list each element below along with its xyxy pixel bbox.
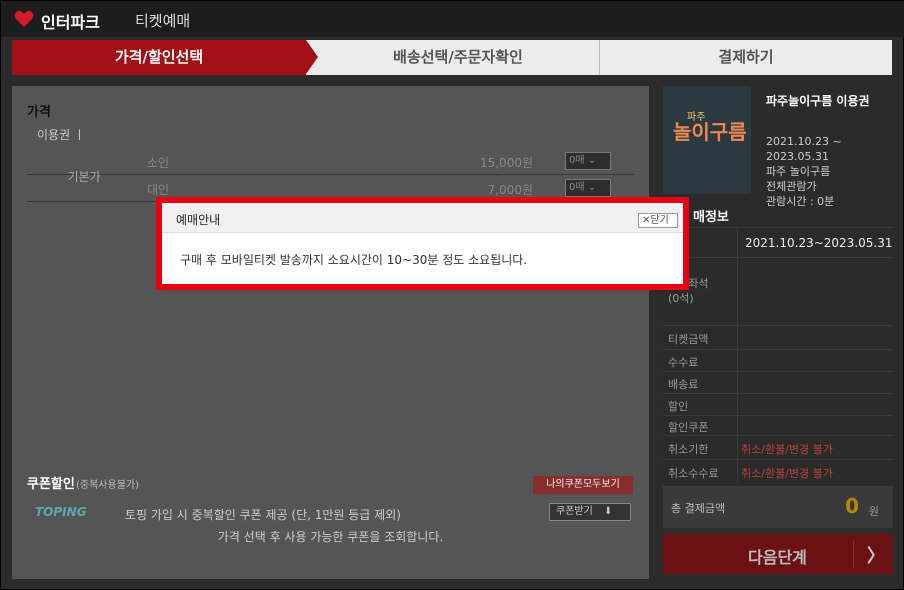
dialog-header: 예매안내 ✕닫기 (162, 203, 683, 233)
total-payment-label: 총 결제금액 (671, 502, 726, 515)
row-divider (737, 460, 738, 483)
price-row-amount: 7,000원 (487, 183, 533, 197)
ticket-amount-label: 티켓금액 (668, 333, 709, 346)
coupon-row: TOPING 토핑 가입 시 중복할인 쿠폰 제공 (단, 1만원 등급 제외)… (27, 500, 634, 525)
booking-info-row: 배송료 (663, 371, 893, 393)
product-runtime: 관람시간 : 0분 (766, 195, 835, 208)
delivery-fee-label: 배송료 (668, 378, 699, 391)
coupon-info-text: 가격 선택 후 사용 가능한 쿠폰을 조회합니다. (217, 530, 444, 544)
coupon-description: 토핑 가입 시 중복할인 쿠폰 제공 (단, 1만원 등급 제외) (125, 508, 401, 522)
next-step-label: 다음단계 (748, 548, 807, 567)
toping-logo: TOPING (35, 505, 87, 519)
brand-name: 인터파크 (41, 13, 100, 32)
chevron-down-icon: ⌄ (587, 182, 597, 193)
step-indicator: 가격/할인선택 배송선택/주문자확인 결제하기 (12, 40, 892, 75)
dialog-message: 구매 후 모바일티켓 발송까지 소요시간이 10~30분 정도 소요됩니다. (180, 253, 528, 267)
discount-label: 할인 (668, 400, 689, 413)
dialog-title: 예매안내 (176, 213, 221, 227)
window-frame: 인터파크 티켓예매 가격/할인선택 배송선택/주문자확인 결제하기 가격 이용권… (0, 0, 904, 590)
next-step-button[interactable]: 다음단계 〉 (663, 534, 893, 574)
dialog-close-label: 닫기 (650, 215, 669, 226)
cancel-deadline-value: 취소/환불/변경 불가 (741, 443, 833, 456)
row-divider (737, 258, 738, 325)
booking-info-row: 선택좌석 (0석) (663, 257, 893, 325)
chevron-right-icon: 〉 (867, 546, 885, 567)
cancel-deadline-label: 취소기한 (668, 443, 709, 456)
chevron-down-icon: ⌄ (587, 155, 597, 166)
booking-notice-dialog: 예매안내 ✕닫기 구매 후 모바일티켓 발송까지 소요시간이 10~30분 정도… (156, 197, 689, 290)
booking-info-row: 할인쿠폰 (663, 415, 893, 435)
booking-info-row: 취소기한 취소/환불/변경 불가 (663, 435, 893, 459)
booking-info-row: 수수료 (663, 349, 893, 371)
total-payment-value: 0 (845, 494, 859, 518)
dialog-close-button[interactable]: ✕닫기 (638, 213, 678, 228)
brand-subtitle: 티켓예매 (135, 12, 191, 30)
coupon-section-subtitle: (중복사용불가) (76, 480, 140, 491)
step-arrow (306, 40, 318, 74)
title-bar: 인터파크 티켓예매 (1, 1, 904, 37)
booking-info-row: 할인 (663, 393, 893, 415)
product-poster: 파주 놀이구름 (663, 86, 751, 194)
total-payment-unit: 원 (868, 505, 879, 518)
quantity-select[interactable]: 0매 ⌄ (565, 179, 611, 197)
price-row: 기본가 소인 15,000원 0매 ⌄ (27, 148, 634, 184)
booking-info-row: 티켓금액 (663, 325, 893, 349)
discount-coupon-label: 할인쿠폰 (668, 421, 709, 434)
price-table: 기본가 소인 15,000원 0매 ⌄ 대인 7,000원 0매 ⌄ (27, 148, 634, 202)
row-divider (737, 228, 738, 257)
booking-info-row: 취소수수료 취소/환불/변경 불가 (663, 459, 893, 483)
total-payment: 총 결제금액 0 원 (663, 486, 893, 528)
price-row-name: 대인 (147, 183, 170, 197)
ticket-type-header: 이용권 ㅣ (27, 123, 634, 147)
button-divider (853, 540, 854, 568)
poster-title: 놀이구름 (673, 120, 747, 144)
price-row-amount: 15,000원 (479, 156, 533, 170)
receive-coupon-button[interactable]: 쿠폰받기 ⬇ (549, 503, 631, 521)
quantity-value: 0매 (569, 182, 585, 193)
step-payment[interactable]: 결제하기 (599, 40, 892, 75)
cancel-fee-label: 취소수수료 (668, 467, 719, 480)
row-divider (737, 372, 738, 393)
row-divider (737, 416, 738, 435)
fee-label: 수수료 (668, 356, 699, 369)
product-meta: 2021.10.23 ~ 2023.05.31 파주 놀이구름 전체관람가 관람… (766, 134, 842, 209)
booking-date-value: 2021.10.23~2023.05.31 (745, 236, 893, 250)
coupon-section-title: 쿠폰할인 (27, 477, 75, 492)
booking-info-row: 2021.10.23~2023.05.31 (663, 227, 893, 257)
product-title: 파주놀이구름 이용권 (766, 94, 870, 108)
row-divider (737, 394, 738, 415)
step-delivery-orderer[interactable]: 배송선택/주문자확인 (318, 40, 598, 75)
product-rating: 전체관람가 (766, 180, 817, 193)
product-date-start: 2021.10.23 ~ (766, 135, 842, 148)
quantity-value: 0매 (569, 155, 585, 166)
row-divider (737, 436, 738, 459)
product-date-end: 2023.05.31 (766, 150, 829, 163)
booking-info-table: 2021.10.23~2023.05.31 선택좌석 (0석) 티켓금액 수수료… (663, 227, 893, 483)
view-my-coupons-button[interactable]: 나의쿠폰모두보기 (533, 476, 633, 494)
heart-logo-icon (14, 10, 34, 27)
row-divider (737, 350, 738, 371)
price-section-title: 가격 (27, 105, 51, 120)
receive-coupon-label: 쿠폰받기 (556, 506, 593, 517)
row-divider (737, 326, 738, 349)
cancel-fee-value: 취소/환불/변경 불가 (741, 467, 833, 480)
download-icon: ⬇ (604, 506, 613, 517)
step-price-discount[interactable]: 가격/할인선택 (12, 40, 306, 75)
price-row-name: 소인 (147, 156, 170, 170)
product-venue: 파주 놀이구름 (766, 165, 831, 178)
booking-info-title: 매정보 (693, 210, 729, 225)
quantity-select[interactable]: 0매 ⌄ (565, 152, 611, 170)
